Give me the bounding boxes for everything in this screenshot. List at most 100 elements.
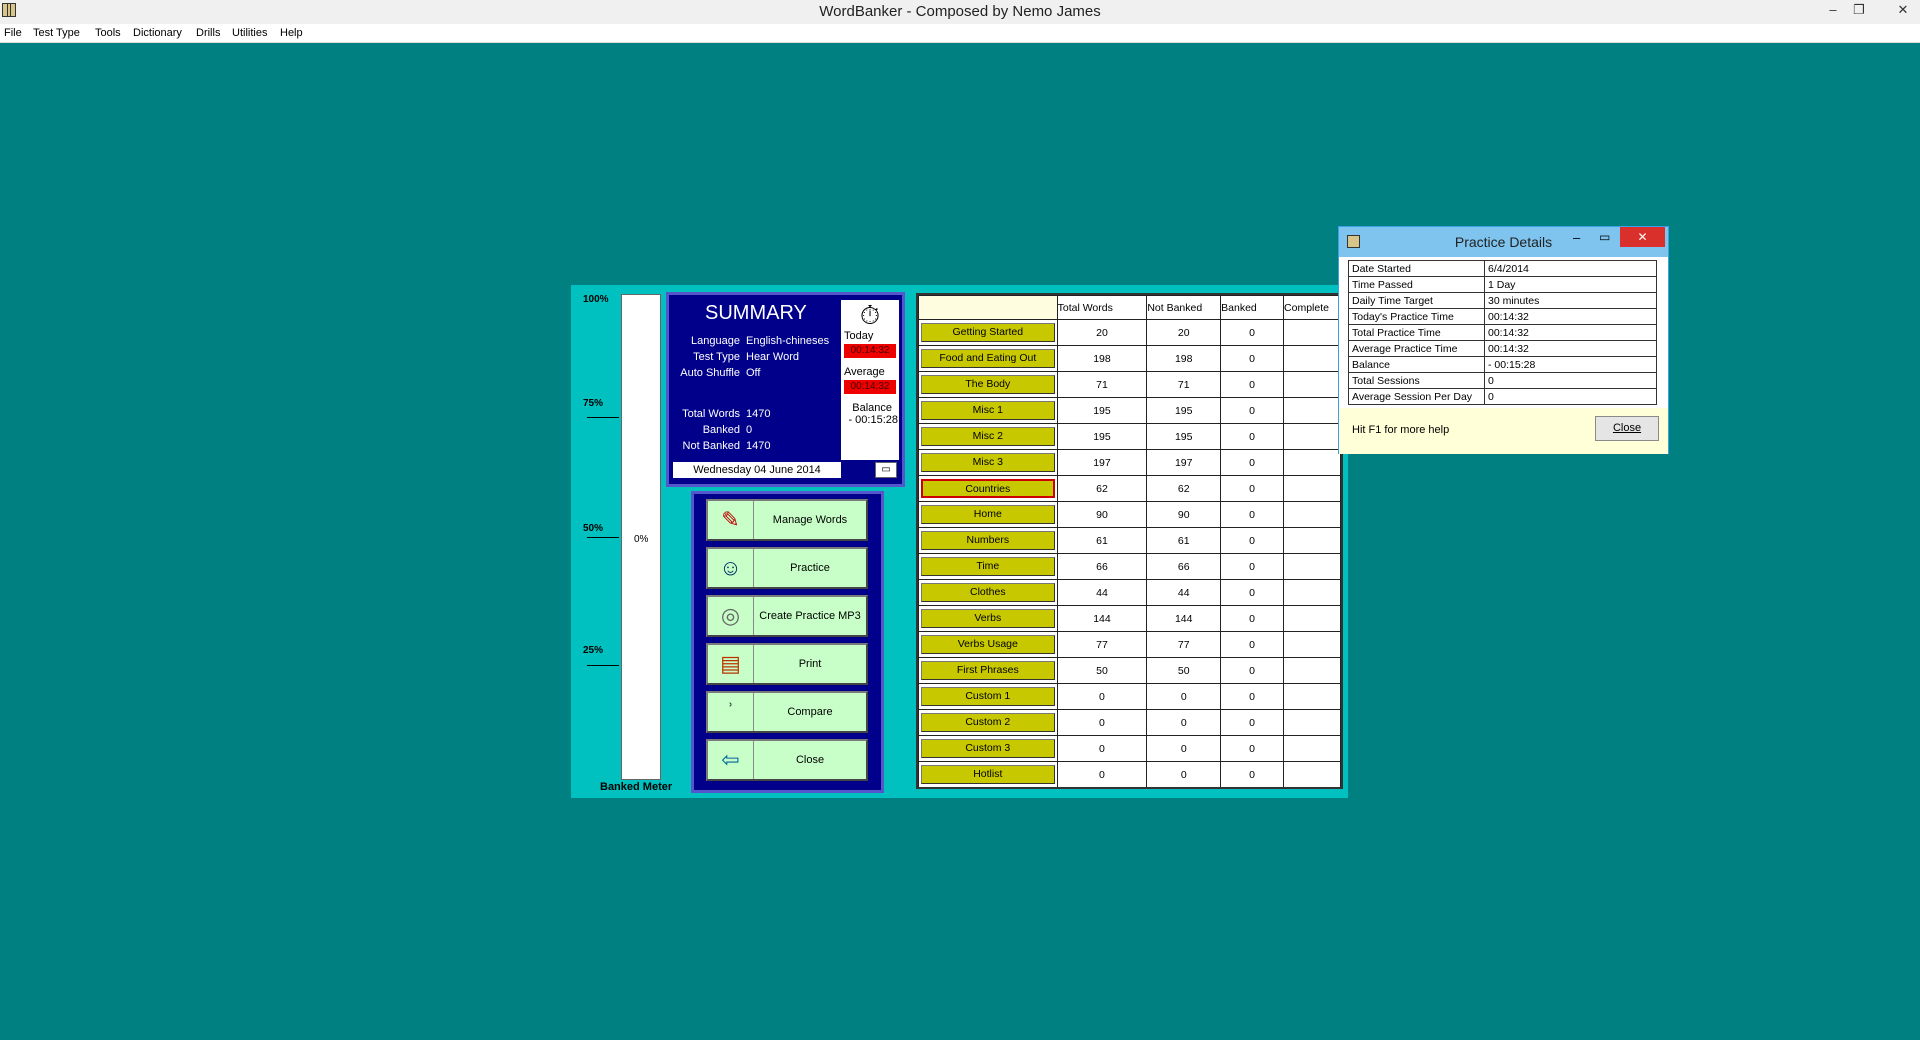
- complete-cell: [1283, 735, 1341, 762]
- complete-cell: [1283, 475, 1341, 502]
- category-button[interactable]: Misc 1: [921, 401, 1055, 420]
- header-banked: Banked: [1220, 295, 1285, 320]
- dialog-minimize-button[interactable]: –: [1573, 230, 1580, 245]
- close-button[interactable]: ⇦ Close: [706, 739, 868, 781]
- category-button[interactable]: Home: [921, 505, 1055, 524]
- header-complete: Complete: [1283, 295, 1341, 320]
- menu-help[interactable]: Help: [280, 27, 303, 39]
- not-banked-cell: 62: [1146, 475, 1222, 502]
- close-window-button[interactable]: ✕: [1890, 2, 1916, 20]
- detail-row: Date Started 6/4/2014: [1348, 260, 1657, 277]
- menu-tools[interactable]: Tools: [95, 27, 121, 39]
- detail-row: Average Session Per Day 0: [1348, 388, 1657, 405]
- detail-value: 0: [1484, 388, 1657, 405]
- total-words-cell: 62: [1056, 475, 1148, 502]
- meter-tick-25: [587, 665, 619, 666]
- category-button[interactable]: Custom 1: [921, 687, 1055, 706]
- category-cell: First Phrases: [918, 657, 1058, 684]
- not-banked-cell: 66: [1146, 553, 1222, 580]
- category-button[interactable]: First Phrases: [921, 661, 1055, 680]
- category-button[interactable]: Clothes: [921, 583, 1055, 602]
- category-button[interactable]: Getting Started: [921, 323, 1055, 342]
- banked-cell: 0: [1220, 553, 1285, 580]
- category-button[interactable]: Time: [921, 557, 1055, 576]
- dialog-close-icon[interactable]: ✕: [1620, 227, 1665, 247]
- language-value: English-chineses: [746, 335, 830, 347]
- create-practice-mp3-button[interactable]: ◎ Create Practice MP3: [706, 595, 868, 637]
- detail-label: Average Session Per Day: [1348, 388, 1485, 405]
- category-button[interactable]: Verbs: [921, 609, 1055, 628]
- not-banked-cell: 61: [1146, 527, 1222, 554]
- table-row: Verbs 144 144 0: [918, 605, 1341, 632]
- dialog-close-button[interactable]: Close: [1595, 416, 1659, 441]
- complete-cell: [1283, 553, 1341, 580]
- menu-dictionary[interactable]: Dictionary: [133, 27, 182, 39]
- detail-value: 1 Day: [1484, 276, 1657, 293]
- category-button[interactable]: Verbs Usage: [921, 635, 1055, 654]
- practice-button[interactable]: ☺ Practice: [706, 547, 868, 589]
- table-row: Getting Started 20 20 0: [918, 319, 1341, 346]
- category-button[interactable]: Custom 3: [921, 739, 1055, 758]
- banked-cell: 0: [1220, 449, 1285, 476]
- total-words-cell: 44: [1056, 579, 1148, 606]
- category-button[interactable]: Food and Eating Out: [921, 349, 1055, 368]
- banked-cell: 0: [1220, 761, 1285, 787]
- print-button[interactable]: ▤ Print: [706, 643, 868, 685]
- table-header-row: Total Words Not Banked Banked Complete: [918, 295, 1341, 320]
- meter-label-100: 100%: [583, 294, 609, 305]
- complete-cell: [1283, 761, 1341, 787]
- category-button[interactable]: Misc 2: [921, 427, 1055, 446]
- category-button[interactable]: Numbers: [921, 531, 1055, 550]
- average-time: 00:14:32: [844, 380, 896, 394]
- category-button[interactable]: Custom 2: [921, 713, 1055, 732]
- calendar-icon[interactable]: ▭: [875, 462, 897, 478]
- detail-row: Today's Practice Time 00:14:32: [1348, 308, 1657, 325]
- auto-shuffle-value: Off: [746, 367, 761, 379]
- category-button[interactable]: Misc 3: [921, 453, 1055, 472]
- category-cell: Clothes: [918, 579, 1058, 606]
- table-row: Verbs Usage 77 77 0: [918, 631, 1341, 658]
- practice-icon: ☺: [708, 549, 754, 587]
- category-button[interactable]: The Body: [921, 375, 1055, 394]
- total-words-value: 1470: [746, 408, 771, 420]
- banked-cell: 0: [1220, 631, 1285, 658]
- table-row: Hotlist 0 0 0: [918, 761, 1341, 787]
- banked-cell: 0: [1220, 657, 1285, 684]
- meter-title: Banked Meter: [600, 781, 673, 793]
- menu-drills[interactable]: Drills: [196, 27, 220, 39]
- category-cell: Custom 1: [918, 683, 1058, 710]
- compare-button[interactable]: ʾ Compare: [706, 691, 868, 733]
- table-row: Clothes 44 44 0: [918, 579, 1341, 606]
- not-banked-cell: 195: [1146, 397, 1222, 424]
- menu-test-type[interactable]: Test Type: [33, 27, 80, 39]
- minimize-button[interactable]: –: [1820, 2, 1846, 20]
- cd-icon: ◎: [708, 597, 754, 635]
- practice-label: Practice: [790, 562, 830, 574]
- banked-cell: 0: [1220, 371, 1285, 398]
- complete-cell: [1283, 709, 1341, 736]
- category-button[interactable]: Hotlist: [921, 765, 1055, 784]
- detail-label: Date Started: [1348, 260, 1485, 277]
- dialog-maximize-button[interactable]: ▭: [1599, 230, 1610, 244]
- print-label: Print: [798, 658, 822, 670]
- menu-utilities[interactable]: Utilities: [232, 27, 267, 39]
- manage-words-button[interactable]: ✎ Manage Words: [706, 499, 868, 541]
- banked-cell: 0: [1220, 423, 1285, 450]
- menu-file[interactable]: File: [4, 27, 22, 39]
- door-icon: ⇦: [708, 741, 754, 779]
- banked-cell: 0: [1220, 735, 1285, 762]
- detail-label: Time Passed: [1348, 276, 1485, 293]
- total-words-cell: 0: [1056, 709, 1148, 736]
- average-label: Average: [844, 366, 885, 378]
- balance-value: - 00:15:28: [848, 414, 898, 426]
- category-button[interactable]: Countries: [921, 479, 1055, 498]
- detail-value: 0: [1484, 372, 1657, 389]
- language-label: Language: [691, 335, 740, 347]
- restore-button[interactable]: ❐: [1846, 2, 1872, 20]
- table-row: Misc 1 195 195 0: [918, 397, 1341, 424]
- complete-cell: [1283, 579, 1341, 606]
- today-time: 00:14:32: [844, 344, 896, 358]
- create-practice-mp3-label: Create Practice MP3: [759, 610, 861, 622]
- detail-label: Total Practice Time: [1348, 324, 1485, 341]
- total-words-cell: 0: [1056, 735, 1148, 762]
